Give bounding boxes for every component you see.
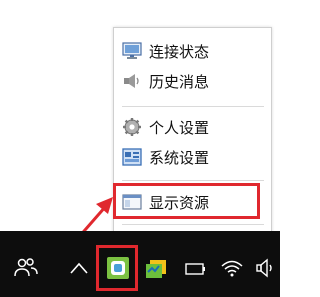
volume-icon[interactable] xyxy=(254,257,278,279)
wifi-icon[interactable] xyxy=(219,257,245,279)
people-icon[interactable] xyxy=(13,255,39,281)
tray-app-icon[interactable] xyxy=(142,256,170,282)
tray-icon-highlight xyxy=(96,245,138,291)
battery-icon[interactable] xyxy=(183,260,209,278)
chevron-up-icon[interactable] xyxy=(68,258,90,278)
